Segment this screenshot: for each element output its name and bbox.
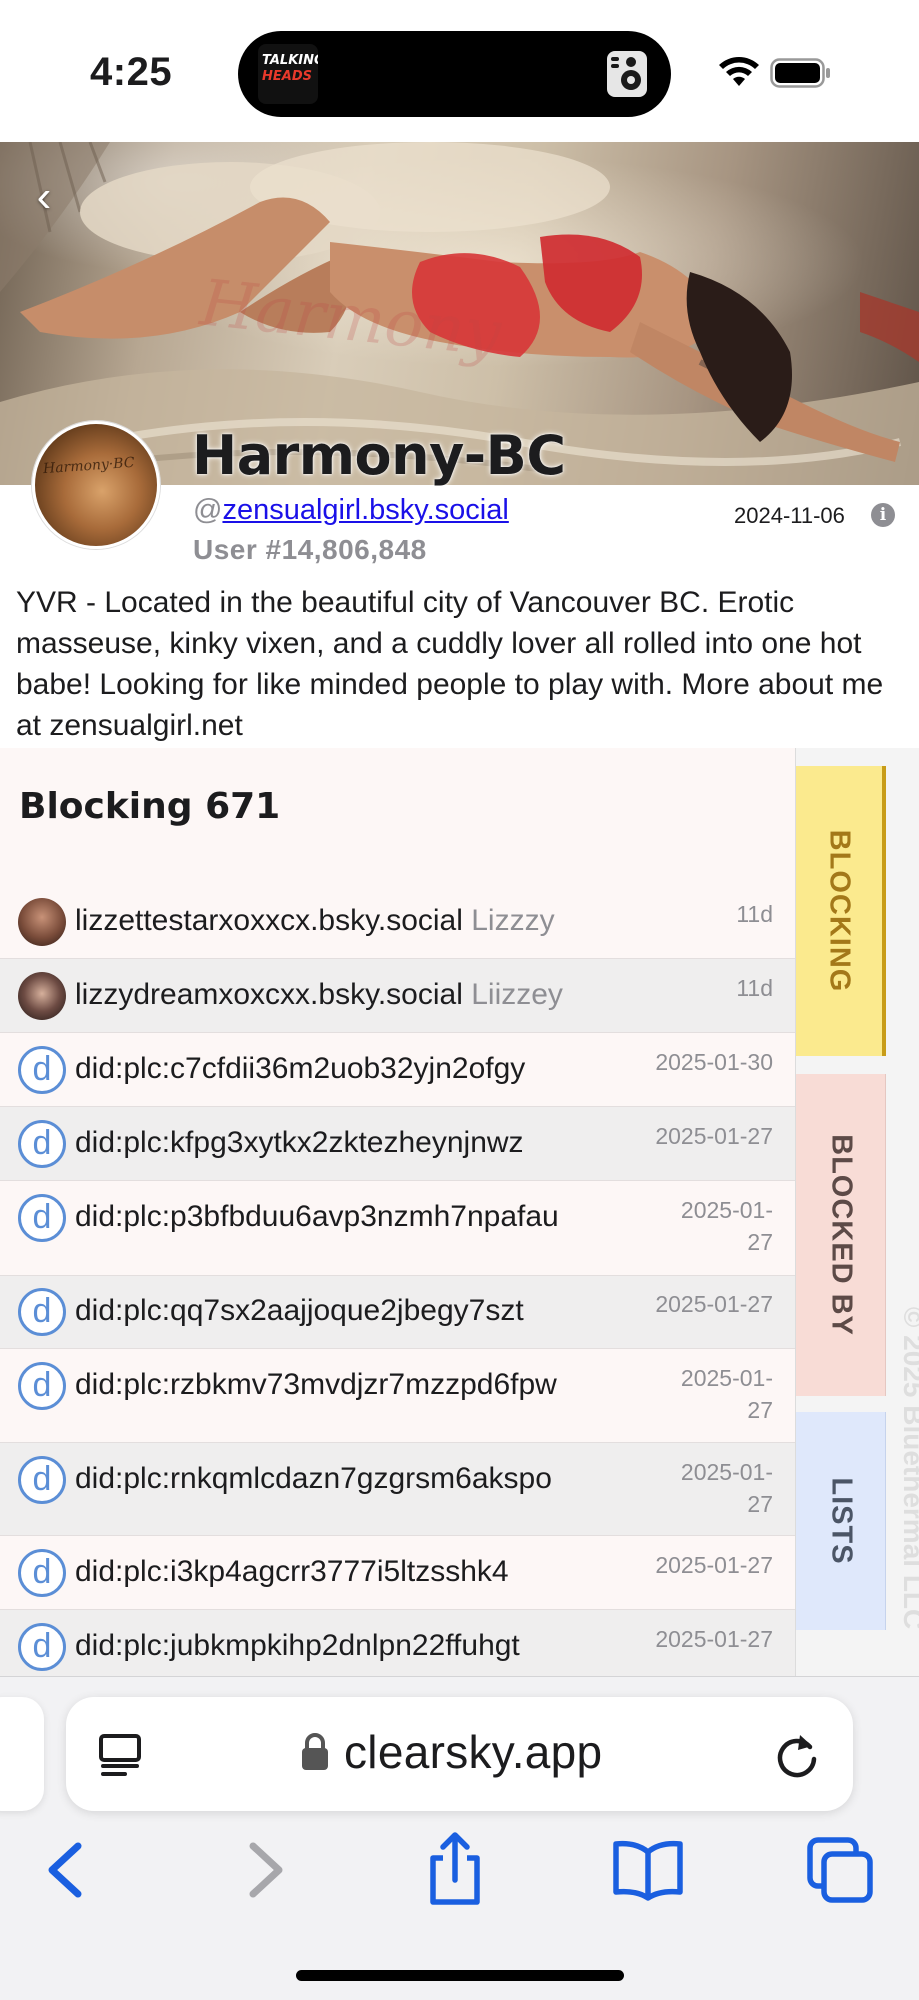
list-item[interactable]: d did:plc:kfpg3xytkx2zktezheynjnwz 2025-… xyxy=(0,1107,795,1181)
list-item-handle: did:plc:qq7sx2aajjoque2jbegy7szt xyxy=(75,1294,524,1327)
tab-blocking[interactable]: BLOCKING xyxy=(796,766,886,1056)
status-bar: 4:25 TALKING HEADS xyxy=(0,0,919,142)
list-item-date-line1: 2025-01- xyxy=(680,1365,773,1391)
wifi-icon xyxy=(719,57,759,86)
blocking-title: Blocking 671 xyxy=(19,786,281,827)
list-item-handle: did:plc:rnkqmlcdazn7gzgrsm6akspo xyxy=(75,1462,552,1495)
list-item-date: 2025-01- 27 xyxy=(681,1456,773,1520)
user-avatar xyxy=(18,898,66,946)
list-item-date: 2025-01-27 xyxy=(655,1552,773,1578)
did-icon: d xyxy=(18,1362,66,1410)
list-item-date: 11d xyxy=(736,901,773,927)
browser-toolbar: clearsky.app xyxy=(0,1676,919,2000)
list-item[interactable]: d did:plc:jubkmpkihp2dnlpn22ffuhgt 2025-… xyxy=(0,1610,795,1676)
did-icon: d xyxy=(18,1288,66,1336)
display-name: Harmony-BC xyxy=(192,424,566,487)
handle-prefix: @ xyxy=(193,494,223,526)
url-text[interactable]: clearsky.app xyxy=(344,1725,602,1779)
previous-tab-peek[interactable] xyxy=(0,1697,44,1811)
list-item-date-line1: 2025-01- xyxy=(680,1197,773,1223)
list-item-date: 2025-01-27 xyxy=(655,1291,773,1317)
home-indicator[interactable] xyxy=(296,1970,624,1981)
list-item[interactable]: lizzettestarxoxxcx.bsky.social Lizzzy 11… xyxy=(0,886,795,959)
reader-icon[interactable] xyxy=(96,1733,144,1779)
list-item-name: lizzettestarxoxxcx.bsky.social Lizzzy xyxy=(75,904,555,938)
copyright-notice: © 2025 Bluethermal LLC xyxy=(898,1268,919,1668)
avatar: Harmony·BC xyxy=(32,421,160,549)
join-date: 2024-11-06 xyxy=(734,503,845,528)
info-icon[interactable]: i xyxy=(871,503,895,527)
dynamic-island[interactable]: TALKING HEADS xyxy=(238,31,671,117)
forward-arrow-icon[interactable] xyxy=(225,1830,305,1910)
list-item[interactable]: d did:plc:c7cfdii36m2uob32yjn2ofgy 2025-… xyxy=(0,1033,795,1107)
tab-blocking-label: BLOCKING xyxy=(823,829,856,993)
list-item-name: lizzydreamxoxcxx.bsky.social Liizzey xyxy=(75,978,563,1012)
list-item-handle: did:plc:c7cfdii36m2uob32yjn2ofgy xyxy=(75,1052,526,1085)
list-item[interactable]: d did:plc:p3bfbduu6avp3nzmh7npafau 2025-… xyxy=(0,1181,795,1276)
handle-link[interactable]: zensualgirl.bsky.social xyxy=(222,494,508,526)
user-number: User #14,806,848 xyxy=(193,534,427,565)
copyright-text: © 2025 Bluethermal LLC xyxy=(898,1307,919,1630)
profile-bio: YVR - Located in the beautiful city of V… xyxy=(16,586,884,742)
list-item-date-line1: 2025-01- xyxy=(680,1459,773,1485)
tabs-icon[interactable] xyxy=(800,1830,880,1910)
album-text-line2: HEADS xyxy=(262,69,312,84)
list-item-nickname: Lizzzy xyxy=(471,904,555,937)
list-item-date-line2: 27 xyxy=(747,1229,773,1255)
list-item-handle: did:plc:kfpg3xytkx2zktezheynjnwz xyxy=(75,1126,524,1159)
list-item[interactable]: d did:plc:i3kp4agcrr3777i5ltzsshk4 2025-… xyxy=(0,1536,795,1610)
share-icon[interactable] xyxy=(415,1830,495,1910)
list-item-handle: did:plc:p3bfbduu6avp3nzmh7npafau xyxy=(75,1200,559,1233)
blocking-panel: Blocking 671 lizzettestarxoxxcx.bsky.soc… xyxy=(0,748,795,1676)
tab-lists[interactable]: LISTS xyxy=(796,1412,886,1630)
tab-blocked-by[interactable]: BLOCKED BY xyxy=(796,1074,886,1396)
did-icon: d xyxy=(18,1623,66,1671)
list-item-date: 11d xyxy=(736,975,773,1001)
tab-blocked-by-label: BLOCKED BY xyxy=(825,1134,857,1336)
list-item-nickname: Liizzey xyxy=(471,978,563,1011)
list-item-date: 2025-01-30 xyxy=(655,1049,773,1075)
list-item[interactable]: d did:plc:rzbkmv73mvdjzr7mzzpd6fpw 2025-… xyxy=(0,1349,795,1443)
did-icon: d xyxy=(18,1456,66,1504)
list-item-handle: lizzydreamxoxcxx.bsky.social xyxy=(75,978,463,1011)
list-item-date-line2: 27 xyxy=(747,1491,773,1517)
album-text-line1: TALKING xyxy=(262,53,318,68)
side-tabs: BLOCKING BLOCKED BY LISTS © 2025 Bluethe… xyxy=(795,748,919,1676)
list-item[interactable]: lizzydreamxoxcxx.bsky.social Liizzey 11d xyxy=(0,959,795,1033)
avatar-signature: Harmony·BC xyxy=(42,454,136,478)
handle-row: @zensualgirl.bsky.social xyxy=(193,494,509,527)
user-avatar xyxy=(18,972,66,1020)
reload-icon[interactable] xyxy=(774,1731,820,1779)
tab-lists-label: LISTS xyxy=(825,1477,857,1565)
list-item-date: 2025-01-27 xyxy=(655,1123,773,1149)
status-time: 4:25 xyxy=(90,50,173,94)
did-icon: d xyxy=(18,1194,66,1242)
list-item-date-line2: 27 xyxy=(747,1397,773,1423)
back-arrow-icon[interactable] xyxy=(26,1830,106,1910)
list-item-handle: did:plc:jubkmpkihp2dnlpn22ffuhgt xyxy=(75,1629,520,1662)
list-item-date: 2025-01- 27 xyxy=(681,1362,773,1426)
list-item[interactable]: d did:plc:rnkqmlcdazn7gzgrsm6akspo 2025-… xyxy=(0,1443,795,1536)
address-bar[interactable]: clearsky.app xyxy=(66,1697,853,1811)
speaker-icon xyxy=(607,51,647,97)
list-item-date: 2025-01-27 xyxy=(655,1626,773,1652)
did-icon: d xyxy=(18,1549,66,1597)
list-item-handle: did:plc:i3kp4agcrr3777i5ltzsshk4 xyxy=(75,1555,509,1588)
list-item-date: 2025-01- 27 xyxy=(681,1194,773,1258)
battery-icon xyxy=(770,58,830,88)
bookmarks-icon[interactable] xyxy=(608,1830,688,1910)
list-item-handle: did:plc:rzbkmv73mvdjzr7mzzpd6fpw xyxy=(75,1368,557,1401)
lock-icon xyxy=(302,1733,328,1770)
did-icon: d xyxy=(18,1120,66,1168)
back-button[interactable]: ‹ xyxy=(24,172,64,222)
list-item[interactable]: d did:plc:qq7sx2aajjoque2jbegy7szt 2025-… xyxy=(0,1276,795,1349)
album-art-icon: TALKING HEADS xyxy=(258,44,318,104)
did-icon: d xyxy=(18,1046,66,1094)
list-item-handle: lizzettestarxoxxcx.bsky.social xyxy=(75,904,463,937)
